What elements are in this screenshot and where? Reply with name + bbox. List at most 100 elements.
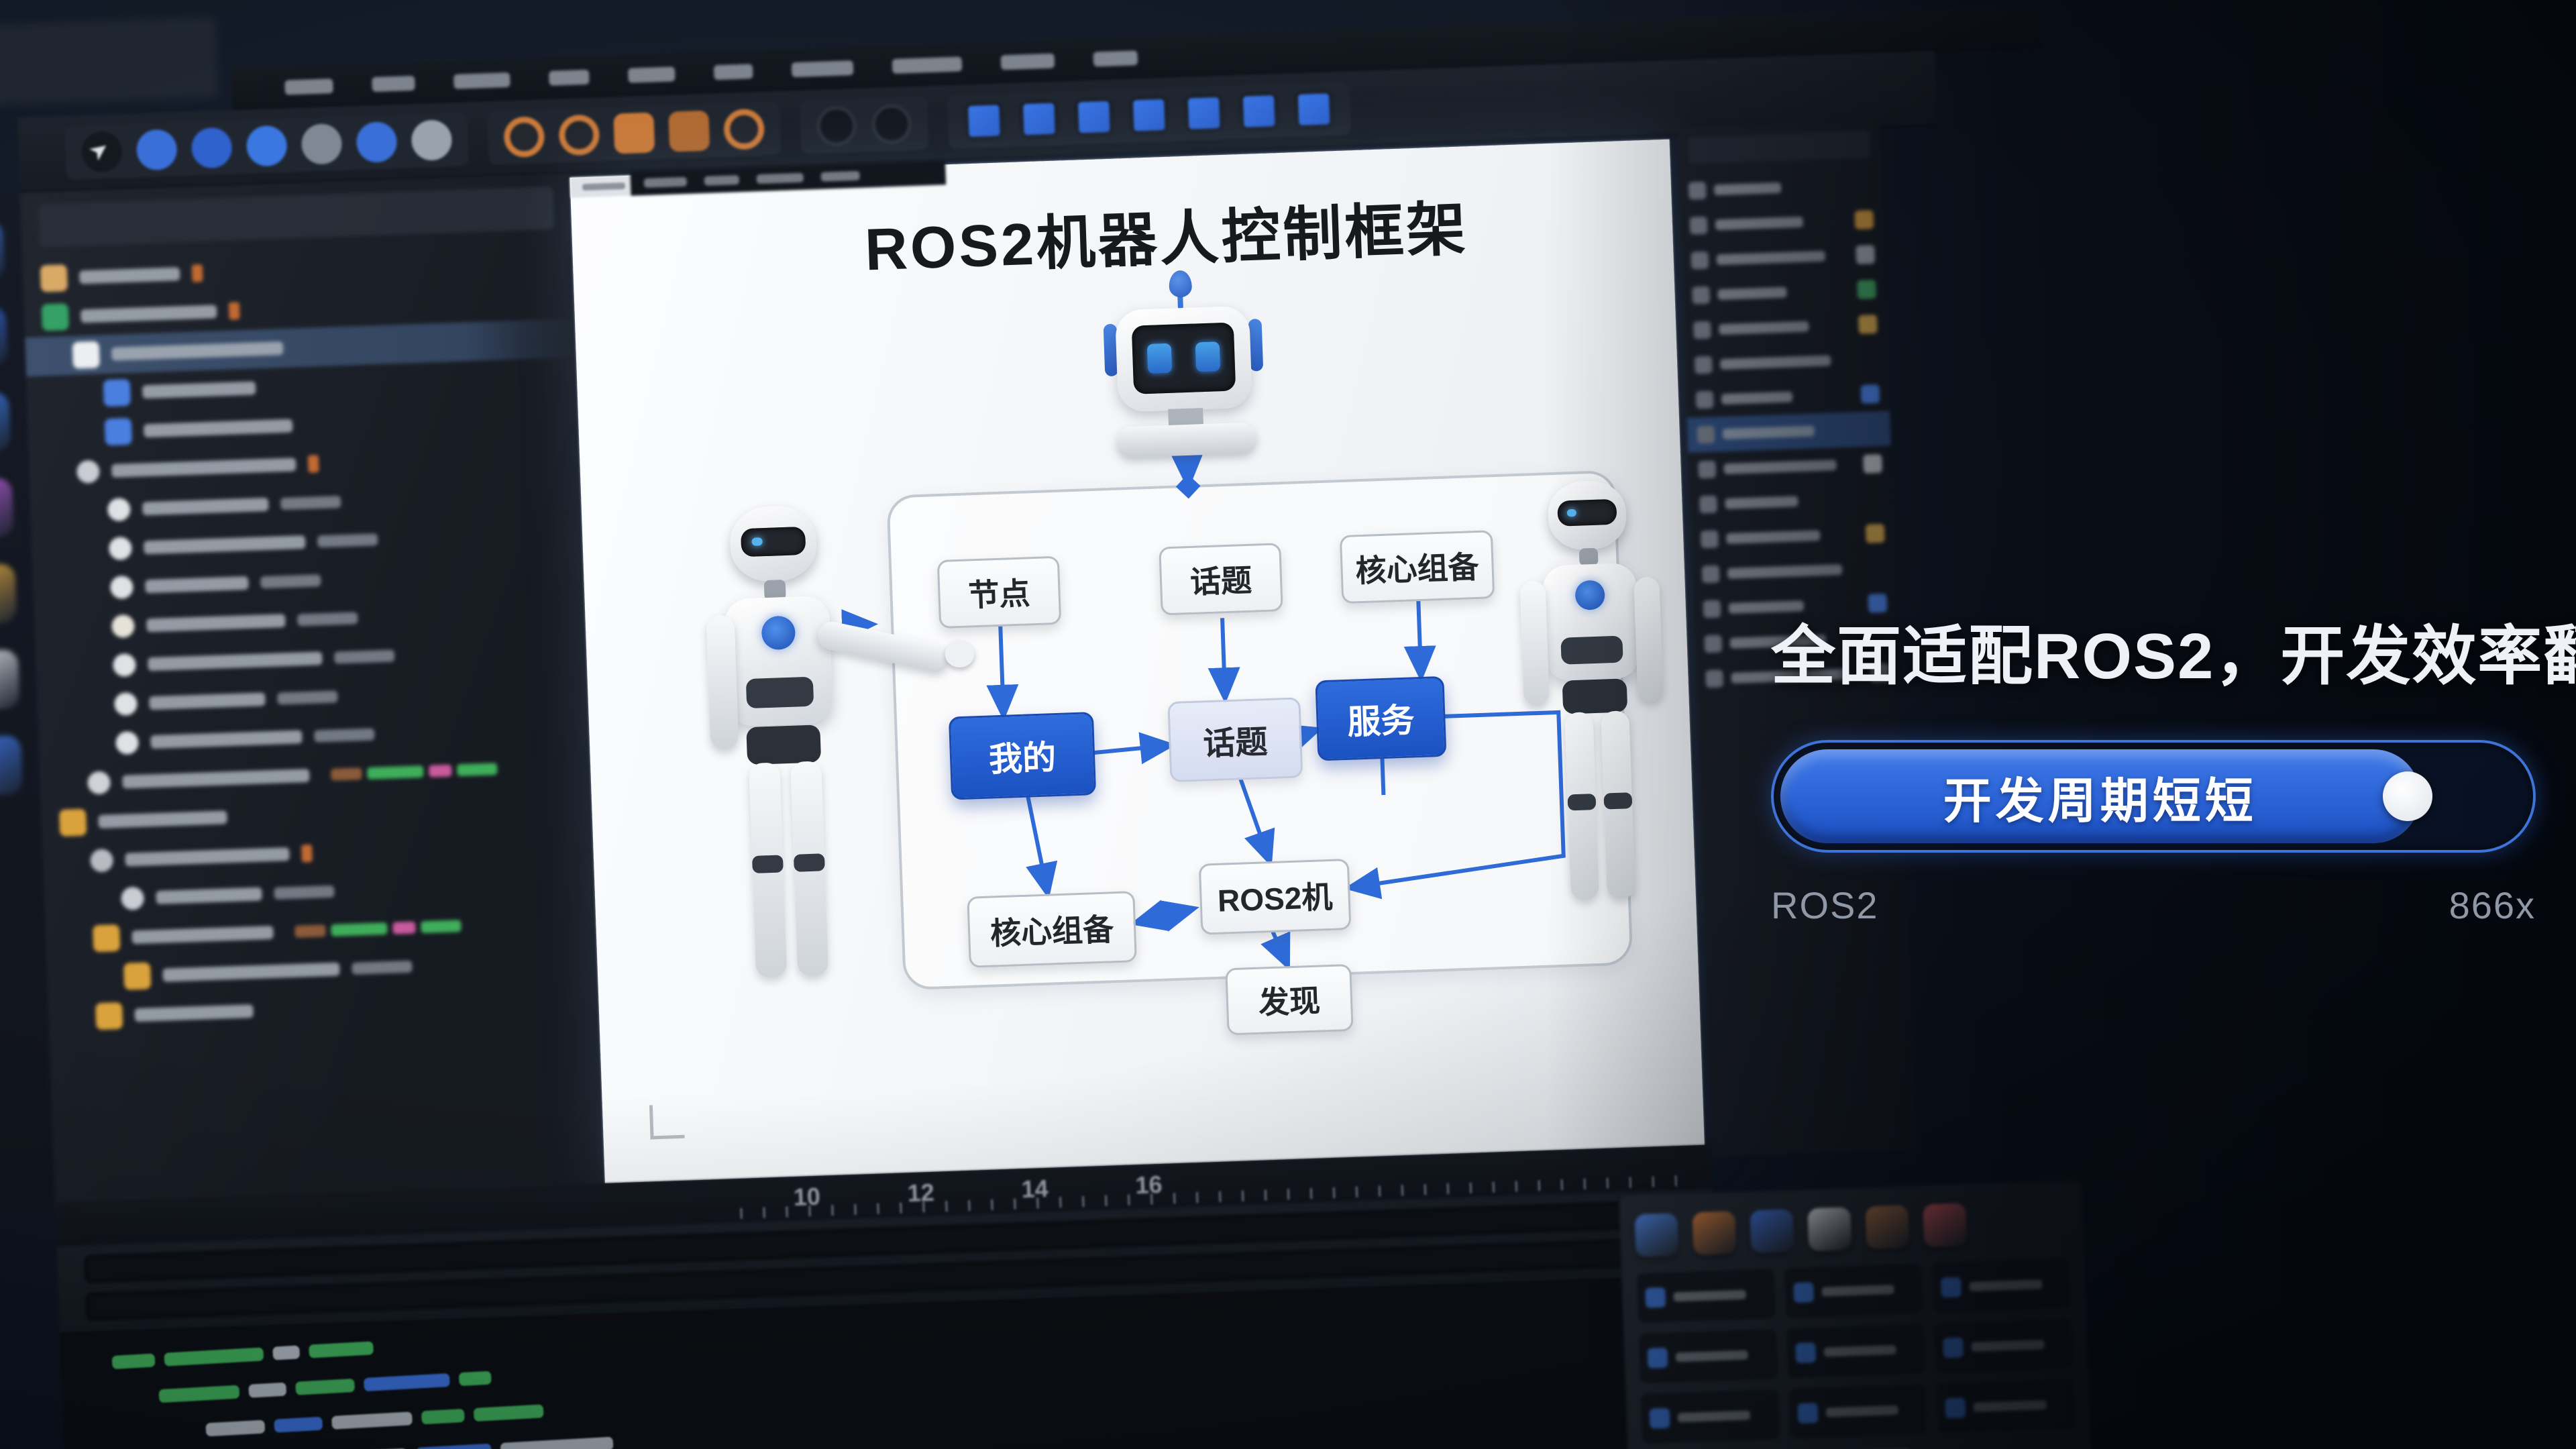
- toolbar-icon[interactable]: [356, 121, 397, 163]
- code-token: [248, 1383, 286, 1398]
- menu-item[interactable]: [792, 60, 854, 77]
- asset-cell-label: [1970, 1279, 2043, 1291]
- code-token: [421, 1409, 465, 1425]
- asset-cell[interactable]: [1641, 1389, 1780, 1444]
- outliner-item-icon: [87, 771, 111, 794]
- editor-tab[interactable]: [644, 177, 687, 188]
- ruler-tick: [1493, 1182, 1495, 1193]
- editor-tab[interactable]: [704, 175, 739, 186]
- toolbar-icon[interactable]: [723, 109, 765, 150]
- progress-label: 开发周期短短: [1943, 761, 2257, 832]
- marketing-overlay: 全面适配ROS2，开发效率翻倍 开发周期短短 ROS2 866x: [1771, 604, 2563, 927]
- dock-tool-icon[interactable]: [0, 478, 14, 539]
- outliner-item-badge: [192, 264, 203, 282]
- menu-item[interactable]: [1001, 54, 1055, 70]
- robot-visor: [1557, 499, 1617, 527]
- menu-item[interactable]: [1093, 50, 1138, 66]
- asset-cell[interactable]: [1933, 1258, 2072, 1313]
- menu-item[interactable]: [892, 56, 963, 74]
- toolbar-icon[interactable]: [871, 103, 912, 145]
- asset-cell[interactable]: [1788, 1384, 1927, 1438]
- outliner-item-icon: [110, 576, 133, 599]
- asset-cell[interactable]: [1786, 1324, 1925, 1378]
- asset-cell[interactable]: [1639, 1329, 1778, 1383]
- code-token: [309, 1341, 374, 1358]
- mascot-screen: [1132, 322, 1236, 394]
- robot-hips: [746, 724, 821, 765]
- ruler-tick: [1105, 1195, 1108, 1206]
- toolbar-group: [947, 81, 1351, 149]
- asset-app-icon[interactable]: [1692, 1211, 1736, 1255]
- ruler-tick: [1584, 1179, 1587, 1189]
- toolbar-icon[interactable]: [503, 116, 545, 158]
- toolbar-icon[interactable]: [1293, 89, 1335, 130]
- code-fragment: [392, 922, 416, 934]
- progress-fill: 开发周期短短: [1780, 749, 2420, 843]
- toolbar-icon[interactable]: [613, 112, 655, 154]
- screenshot-root: ROS2机器人控制框架: [0, 0, 2576, 1449]
- toolbar-group: [487, 101, 782, 165]
- toolbar-icon[interactable]: [301, 123, 343, 165]
- asset-cell[interactable]: [1784, 1264, 1923, 1318]
- menu-item[interactable]: [628, 66, 676, 83]
- toolbar-icon[interactable]: [1183, 93, 1225, 134]
- toolbar-icon[interactable]: [1073, 96, 1115, 138]
- asset-cell[interactable]: [1637, 1269, 1776, 1323]
- dock-tool-icon[interactable]: [0, 220, 5, 281]
- menu-item[interactable]: [284, 78, 333, 95]
- outliner-item-icon: [93, 924, 120, 952]
- dock-tool-icon[interactable]: [0, 564, 17, 625]
- outliner-item-icon: [59, 809, 87, 837]
- code-token: [158, 1385, 239, 1403]
- asset-app-icon[interactable]: [1865, 1205, 1909, 1249]
- asset-app-icon[interactable]: [1923, 1203, 1967, 1247]
- asset-app-icon[interactable]: [1807, 1207, 1851, 1251]
- flow-box-topic-mid: 话题: [1167, 697, 1303, 782]
- asset-cell-icon: [1797, 1403, 1818, 1424]
- menu-item[interactable]: [372, 76, 415, 92]
- ruler-tick: [1674, 1175, 1677, 1186]
- dock-tool-icon[interactable]: [0, 306, 8, 367]
- progress-pill[interactable]: 开发周期短短: [1771, 740, 2536, 853]
- editor-tab[interactable]: [820, 171, 859, 182]
- toolbar-icon[interactable]: [246, 125, 288, 167]
- properties-row-icon: [1690, 217, 1708, 235]
- editor-tab[interactable]: [757, 173, 804, 184]
- toolbar-icon[interactable]: [963, 100, 1005, 142]
- toolbar-icon[interactable]: [816, 105, 857, 147]
- ruler-tick: [740, 1208, 743, 1219]
- toolbar-icon[interactable]: [191, 127, 233, 168]
- flow-box-node: 节点: [937, 556, 1061, 629]
- toolbar-icon[interactable]: [1238, 91, 1280, 132]
- ruler-tick: [786, 1206, 788, 1217]
- ruler-tick: [1401, 1185, 1404, 1195]
- menu-item[interactable]: [714, 64, 753, 80]
- properties-header[interactable]: [1688, 131, 1870, 164]
- code-token: [459, 1371, 492, 1387]
- code-line: [158, 1364, 609, 1403]
- toolbar-icon[interactable]: [558, 114, 600, 156]
- toolbar-icon[interactable]: [668, 111, 710, 152]
- dock-tool-icon[interactable]: [0, 392, 11, 453]
- toolbar-icon[interactable]: [1018, 98, 1060, 140]
- asset-cell[interactable]: [1937, 1379, 2076, 1434]
- toolbar-icon[interactable]: [81, 131, 123, 172]
- toolbar-icon[interactable]: [136, 129, 178, 170]
- robot-midsection: [1560, 636, 1623, 665]
- toolbar-icon[interactable]: [1128, 95, 1170, 136]
- asset-cell-label: [1974, 1400, 2047, 1412]
- outliner-item-icon: [42, 303, 69, 331]
- dock-tool-icon[interactable]: [0, 735, 23, 796]
- asset-app-icon[interactable]: [1634, 1213, 1678, 1257]
- dock-tool-icon[interactable]: [0, 649, 20, 710]
- toolbar-icon[interactable]: [411, 119, 452, 161]
- outliner-item-icon: [76, 460, 100, 484]
- asset-cell[interactable]: [1935, 1319, 2074, 1373]
- asset-app-icon[interactable]: [1750, 1209, 1794, 1253]
- menu-item[interactable]: [549, 70, 590, 86]
- robot-visor: [741, 527, 806, 557]
- outliner-header[interactable]: [38, 186, 554, 248]
- progress-knob[interactable]: [2383, 771, 2432, 821]
- properties-row-label: [1717, 251, 1825, 266]
- menu-item[interactable]: [453, 72, 511, 89]
